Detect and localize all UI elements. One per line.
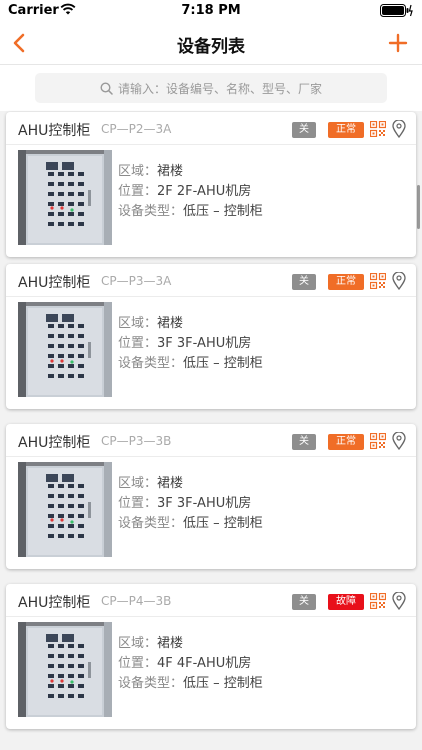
cabinet-photo-image	[18, 150, 112, 245]
cabinet-photo-image	[18, 302, 112, 397]
type-value: 低压 – 控制柜	[183, 516, 263, 531]
area-row: 区域：裙楼	[118, 162, 263, 182]
type-row: 设备类型：低压 – 控制柜	[118, 354, 263, 374]
position-row: 位置：4F 4F-AHU机房	[118, 654, 263, 674]
area-label: 区域：	[118, 316, 158, 331]
device-name: AHU控制柜	[18, 123, 91, 139]
device-card[interactable]: AHU控制柜 CP—P3—3B 关正常 区域：裙楼 位置：3F 3F-AHU机房 设备类型…	[6, 424, 416, 569]
card-header: AHU控制柜 CP—P2—3A 关正常	[6, 112, 416, 145]
card-header: AHU控制柜 CP—P4—3B 关故障	[6, 584, 416, 617]
search-bar: 请输入：设备编号、名称、型号、厂家	[0, 65, 422, 111]
device-code: CP—P3—3B	[101, 434, 172, 448]
search-input[interactable]: 请输入：设备编号、名称、型号、厂家	[35, 73, 387, 103]
area-label: 区域：	[118, 476, 158, 491]
type-label: 设备类型：	[118, 516, 184, 531]
qr-code-icon[interactable]	[370, 273, 386, 289]
device-code: CP—P2—3A	[101, 122, 172, 136]
area-row: 区域：裙楼	[118, 634, 263, 654]
power-badge: 关	[292, 274, 316, 290]
location-pin-icon[interactable]	[392, 272, 406, 290]
device-card[interactable]: AHU控制柜 CP—P2—3A 关正常 区域：裙楼 位置：2F 2F-AHU机房 设备类型…	[6, 112, 416, 257]
battery-icon	[380, 4, 413, 17]
area-label: 区域：	[118, 636, 158, 651]
device-thumbnail	[18, 302, 112, 397]
status-badge: 正常	[328, 122, 364, 138]
location-pin-icon[interactable]	[392, 120, 406, 138]
position-value: 4F 4F-AHU机房	[157, 656, 252, 671]
location-pin-icon[interactable]	[392, 432, 406, 450]
power-badge: 关	[292, 434, 316, 450]
qr-code-icon[interactable]	[370, 121, 386, 137]
device-name: AHU控制柜	[18, 275, 91, 291]
device-code: CP—P4—3B	[101, 594, 172, 608]
position-label: 位置：	[118, 656, 158, 671]
status-badge: 故障	[328, 594, 364, 610]
position-row: 位置：3F 3F-AHU机房	[118, 494, 263, 514]
power-badge: 关	[292, 594, 316, 610]
device-card[interactable]: AHU控制柜 CP—P3—3A 关正常 区域：裙楼 位置：3F 3F-AHU机房 设备类型…	[6, 264, 416, 409]
type-value: 低压 – 控制柜	[183, 676, 263, 691]
position-value: 3F 3F-AHU机房	[157, 336, 252, 351]
device-name: AHU控制柜	[18, 435, 91, 451]
device-thumbnail	[18, 622, 112, 717]
cabinet-photo-image	[18, 622, 112, 717]
status-bar: Carrier 7:18 PM	[0, 0, 422, 22]
power-badge: 关	[292, 122, 316, 138]
search-placeholder: 请输入：设备编号、名称、型号、厂家	[117, 81, 322, 96]
add-icon[interactable]	[386, 31, 410, 55]
status-badge: 正常	[328, 434, 364, 450]
nav-bar: 设备列表	[0, 22, 422, 65]
type-value: 低压 – 控制柜	[183, 204, 263, 219]
position-label: 位置：	[118, 184, 158, 199]
position-row: 位置：3F 3F-AHU机房	[118, 334, 263, 354]
device-info: 区域：裙楼 位置：3F 3F-AHU机房 设备类型：低压 – 控制柜	[118, 474, 263, 534]
device-card[interactable]: AHU控制柜 CP—P4—3B 关故障 区域：裙楼 位置：4F 4F-AHU机房 设备类型…	[6, 584, 416, 729]
qr-code-icon[interactable]	[370, 433, 386, 449]
device-name: AHU控制柜	[18, 595, 91, 611]
type-label: 设备类型：	[118, 356, 184, 371]
area-value: 裙楼	[157, 164, 184, 179]
card-header: AHU控制柜 CP—P3—3B 关正常	[6, 424, 416, 457]
type-row: 设备类型：低压 – 控制柜	[118, 514, 263, 534]
device-thumbnail	[18, 150, 112, 245]
position-label: 位置：	[118, 336, 158, 351]
type-label: 设备类型：	[118, 204, 184, 219]
position-row: 位置：2F 2F-AHU机房	[118, 182, 263, 202]
area-label: 区域：	[118, 164, 158, 179]
device-info: 区域：裙楼 位置：2F 2F-AHU机房 设备类型：低压 – 控制柜	[118, 162, 263, 222]
page-title: 设备列表	[177, 37, 245, 57]
type-value: 低压 – 控制柜	[183, 356, 263, 371]
device-info: 区域：裙楼 位置：3F 3F-AHU机房 设备类型：低压 – 控制柜	[118, 314, 263, 374]
search-icon	[100, 81, 113, 95]
location-pin-icon[interactable]	[392, 592, 406, 610]
area-row: 区域：裙楼	[118, 474, 263, 494]
scroll-indicator	[417, 185, 420, 229]
position-label: 位置：	[118, 496, 158, 511]
clock: 7:18 PM	[181, 3, 241, 18]
device-list[interactable]: AHU控制柜 CP—P2—3A 关正常 区域：裙楼 位置：2F 2F-AHU机房 设备类型…	[0, 110, 422, 750]
position-value: 3F 3F-AHU机房	[157, 496, 252, 511]
device-info: 区域：裙楼 位置：4F 4F-AHU机房 设备类型：低压 – 控制柜	[118, 634, 263, 694]
position-value: 2F 2F-AHU机房	[157, 184, 252, 199]
area-value: 裙楼	[157, 476, 184, 491]
status-badge: 正常	[328, 274, 364, 290]
qr-code-icon[interactable]	[370, 593, 386, 609]
area-value: 裙楼	[157, 316, 184, 331]
device-thumbnail	[18, 462, 112, 557]
type-label: 设备类型：	[118, 676, 184, 691]
card-header: AHU控制柜 CP—P3—3A 关正常	[6, 264, 416, 297]
type-row: 设备类型：低压 – 控制柜	[118, 674, 263, 694]
area-value: 裙楼	[157, 636, 184, 651]
area-row: 区域：裙楼	[118, 314, 263, 334]
type-row: 设备类型：低压 – 控制柜	[118, 202, 263, 222]
device-code: CP—P3—3A	[101, 274, 172, 288]
cabinet-photo-image	[18, 462, 112, 557]
